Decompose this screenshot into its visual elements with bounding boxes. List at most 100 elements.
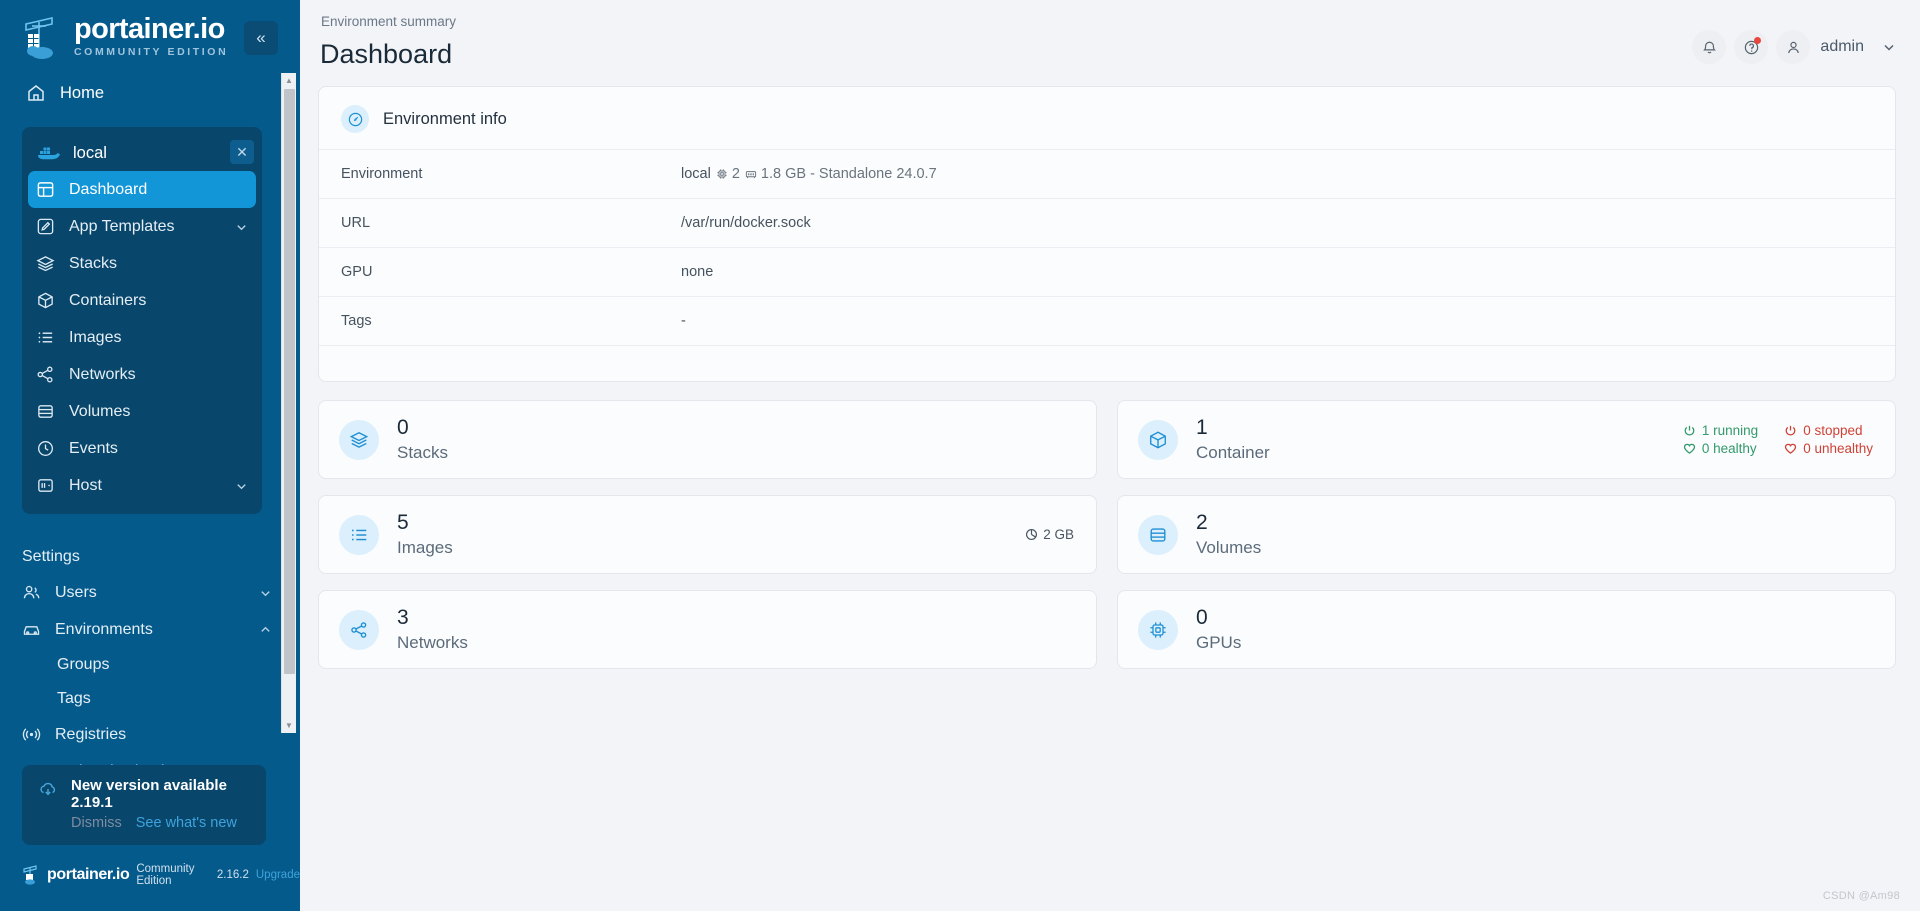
environment-nav-block: local ✕ Dashboard App Templates Stacks C… (22, 127, 262, 515)
cpu-chip-icon (1138, 609, 1178, 650)
info-card-spacer (319, 345, 1895, 381)
stat-label-gpus: GPUs (1196, 632, 1242, 652)
status-stopped-label: 0 stopped (1803, 423, 1863, 438)
stat-card-stacks[interactable]: 0 Stacks (318, 400, 1097, 479)
stat-label-containers: Container (1196, 442, 1270, 462)
docker-icon (36, 141, 60, 165)
watermark: CSDN @Am98 (1822, 890, 1900, 902)
info-value-environment: local (681, 166, 711, 182)
environment-info-card: Environment info Environment local 2 1.8… (318, 86, 1896, 382)
sidebar-item-authentication-logs[interactable]: Authentication logs (0, 753, 300, 765)
sidebar-item-authentication-logs-label: Authentication logs (55, 763, 190, 765)
images-size-label: 2 GB (1043, 527, 1074, 542)
stat-card-gpus[interactable]: 0 GPUs (1117, 590, 1896, 669)
brand-edition: COMMUNITY EDITION (74, 46, 229, 59)
sidebar-footer: portainer.io Community Edition 2.16.2 Up… (0, 845, 300, 899)
sidebar-item-environments[interactable]: Environments (0, 611, 300, 648)
close-icon[interactable]: ✕ (230, 140, 254, 165)
info-row-environment: Environment local 2 1.8 GB - Standalone … (319, 149, 1895, 198)
sidebar-item-home[interactable]: Home (0, 73, 300, 113)
heart-icon (1785, 443, 1797, 454)
help-circle-icon[interactable] (1734, 30, 1769, 64)
environment-selector[interactable]: local ✕ (22, 135, 262, 171)
stat-card-containers[interactable]: 1 Container 1 running 0 stopped 0 health… (1117, 400, 1896, 479)
portainer-whale-crane-logo-icon (22, 14, 64, 60)
environment-info-title: Environment info (383, 109, 507, 128)
sidebar-item-host[interactable]: Host (22, 467, 262, 504)
dismiss-version-button[interactable]: Dismiss (71, 815, 122, 831)
memory-value: 1.8 GB - Standalone 24.0.7 (760, 166, 937, 182)
status-unhealthy-label: 0 unhealthy (1803, 441, 1873, 456)
clock-icon (36, 439, 55, 458)
stat-count-volumes: 2 (1196, 510, 1208, 534)
chevron-double-left-icon[interactable]: « (244, 21, 278, 55)
dashboard-content: Environment info Environment local 2 1.8… (300, 86, 1920, 669)
caret-up-icon[interactable]: ▲ (282, 73, 296, 88)
stats-grid: 0 Stacks 1 Container 1 running 0 stopped… (318, 400, 1896, 669)
sidebar-item-networks[interactable]: Networks (22, 356, 262, 393)
info-label-environment: Environment (341, 166, 423, 182)
chevron-down-icon (235, 479, 248, 492)
list-icon (339, 514, 379, 555)
sidebar-scrollbar[interactable]: ▲ ▼ (281, 73, 296, 734)
environment-icon (22, 620, 41, 639)
info-label-tags: Tags (341, 313, 372, 329)
status-stopped: 0 stopped (1784, 423, 1873, 438)
brand-name: portainer.io (74, 13, 225, 46)
user-name: admin (1820, 38, 1864, 55)
info-row-url: URL /var/run/docker.sock (319, 198, 1895, 247)
chevron-up-icon (259, 623, 272, 636)
pie-chart-icon (1026, 528, 1038, 541)
sidebar-item-registries[interactable]: Registries (0, 716, 300, 753)
sidebar-item-events-label: Events (69, 439, 118, 457)
sidebar-item-app-templates[interactable]: App Templates (22, 208, 262, 245)
sidebar-scroll-area: Home local ✕ Dashboard App Templates Sta… (0, 73, 300, 765)
sidebar-item-volumes[interactable]: Volumes (22, 393, 262, 430)
dashboard-icon (36, 180, 55, 199)
chevron-down-icon (259, 586, 272, 599)
stat-count-stacks: 0 (397, 415, 409, 439)
stat-card-volumes[interactable]: 2 Volumes (1117, 495, 1896, 574)
stat-card-images[interactable]: 5 Images 2 GB (318, 495, 1097, 574)
sidebar-item-groups[interactable]: Groups (0, 648, 300, 682)
user-icon[interactable] (1776, 30, 1811, 64)
status-healthy: 0 healthy (1683, 441, 1758, 456)
registry-icon (22, 725, 41, 744)
stat-label-networks: Networks (397, 632, 468, 652)
bell-icon[interactable] (1692, 30, 1727, 64)
sidebar-item-stacks[interactable]: Stacks (22, 245, 262, 282)
breadcrumb: Environment summary (321, 14, 457, 29)
sidebar: portainer.io COMMUNITY EDITION « Home lo… (0, 0, 300, 911)
environment-info-header: Environment info (319, 87, 1895, 149)
sidebar-bottom: New version available 2.19.1 Dismiss See… (0, 765, 300, 911)
memory-icon (745, 168, 757, 180)
box-icon (1138, 419, 1178, 460)
power-icon (1785, 425, 1796, 436)
sidebar-item-containers[interactable]: Containers (22, 282, 262, 319)
sidebar-item-users[interactable]: Users (0, 574, 300, 611)
sidebar-item-dashboard[interactable]: Dashboard (28, 171, 256, 209)
sidebar-item-tags[interactable]: Tags (0, 682, 300, 716)
chevron-down-icon[interactable] (1882, 40, 1896, 54)
footer-version: 2.16.2 (216, 869, 249, 881)
status-running: 1 running (1683, 423, 1758, 438)
sidebar-item-stacks-label: Stacks (69, 254, 118, 272)
scrollbar-thumb[interactable] (284, 89, 295, 675)
cloud-download-icon (38, 780, 58, 800)
top-bar: Environment summary Dashboard admin (300, 0, 1920, 86)
stat-card-networks[interactable]: 3 Networks (318, 590, 1097, 669)
sidebar-item-images[interactable]: Images (22, 319, 262, 356)
caret-down-icon[interactable]: ▼ (282, 718, 296, 733)
sidebar-item-containers-label: Containers (69, 291, 147, 309)
upgrade-link[interactable]: Upgrade (256, 869, 300, 881)
portainer-mark-icon (22, 864, 40, 886)
sidebar-item-users-label: Users (55, 583, 97, 601)
home-icon (26, 83, 46, 103)
images-size-group: 2 GB (1025, 527, 1074, 542)
layers-icon (339, 419, 379, 460)
see-whats-new-link[interactable]: See what's new (136, 815, 237, 831)
version-notice: New version available 2.19.1 Dismiss See… (22, 765, 266, 845)
version-notice-title: New version available 2.19.1 (71, 777, 227, 811)
power-icon (1684, 425, 1695, 436)
sidebar-item-events[interactable]: Events (22, 430, 262, 467)
